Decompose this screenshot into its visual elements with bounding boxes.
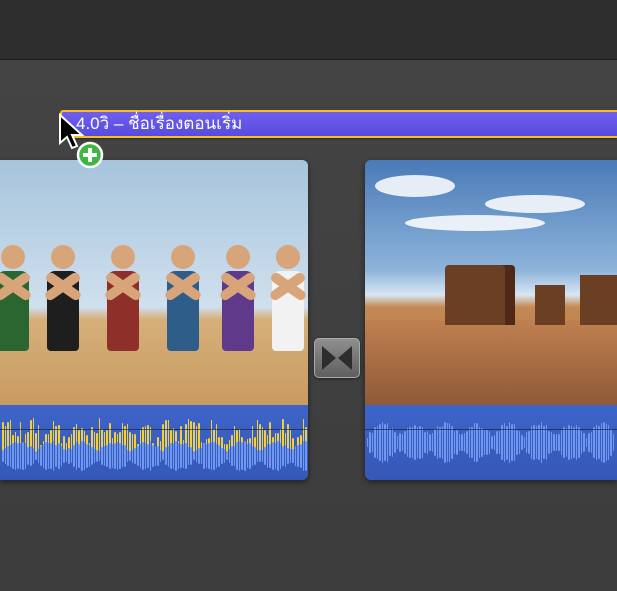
timeline[interactable]: 4.0วิ – ชื่อเรื่องตอนเริ่ม bbox=[0, 60, 617, 591]
video-clip-2[interactable] bbox=[365, 160, 617, 480]
clip-thumbnail bbox=[365, 160, 617, 405]
clip-audio-waveform bbox=[0, 405, 308, 480]
cross-dissolve-icon bbox=[322, 346, 352, 370]
transition-cross-dissolve[interactable] bbox=[314, 338, 360, 378]
clip-thumbnail bbox=[0, 160, 308, 405]
clip-audio-waveform bbox=[365, 405, 617, 480]
title-overlay-clip[interactable]: 4.0วิ – ชื่อเรื่องตอนเริ่ม bbox=[60, 110, 617, 138]
video-clip-1[interactable] bbox=[0, 160, 308, 480]
toolbar-background bbox=[0, 0, 617, 60]
title-overlay-label: 4.0วิ – ชื่อเรื่องตอนเริ่ม bbox=[76, 114, 242, 133]
